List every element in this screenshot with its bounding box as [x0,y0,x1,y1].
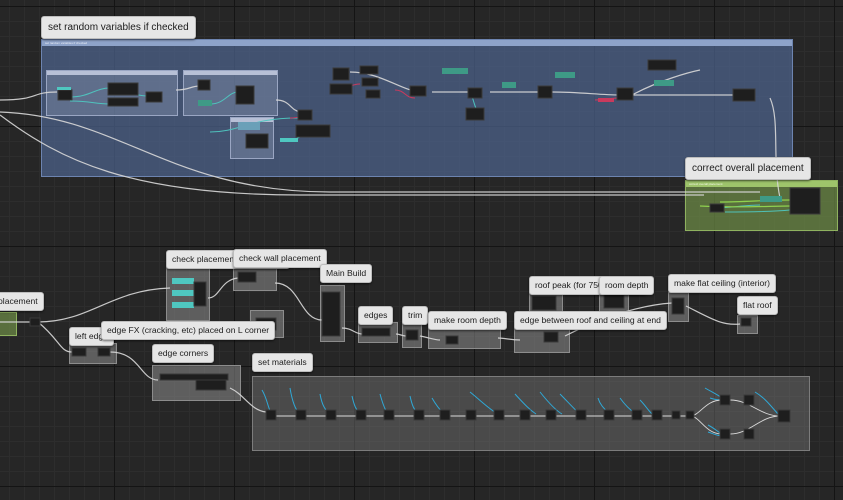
comment-bubble-flat-ceiling[interactable]: make flat ceiling (interior) [668,274,776,293]
comment-bubble-check-wall-placement[interactable]: check wall placement [233,249,327,268]
comment-bubble-edge-corners[interactable]: edge corners [152,344,215,363]
comment-bubble-set-random[interactable]: set random variables if checked [41,16,196,39]
comment-bubble-make-room-depth[interactable]: make room depth [428,311,507,330]
material-nodes [265,394,791,440]
comment-bubble-flat-roof[interactable]: flat roof [737,296,778,315]
comment-bubble-edge-fx[interactable]: edge FX (cracking, etc) placed on L corn… [101,321,276,340]
wires-and-nodes-layer [0,59,821,440]
comment-bubble-main-build[interactable]: Main Build [320,264,373,283]
comment-bubble-edges[interactable]: edges [358,306,394,325]
comment-bubble-placement[interactable]: placement [0,292,44,311]
top-nodes [57,59,821,215]
comment-bubble-correct-placement[interactable]: correct overall placement [685,157,811,180]
exec-wires [0,69,781,413]
blueprint-graph-canvas[interactable]: set random variables if checked correct … [0,0,843,500]
data-wires-teal [69,87,791,213]
comment-bubble-room-depth[interactable]: room depth [599,276,655,295]
comment-bubble-set-materials[interactable]: set materials [252,353,313,372]
comment-bubble-edge-roof-ceiling[interactable]: edge between roof and ceiling at end [514,311,667,330]
comment-bubble-trim[interactable]: trim [402,306,429,325]
